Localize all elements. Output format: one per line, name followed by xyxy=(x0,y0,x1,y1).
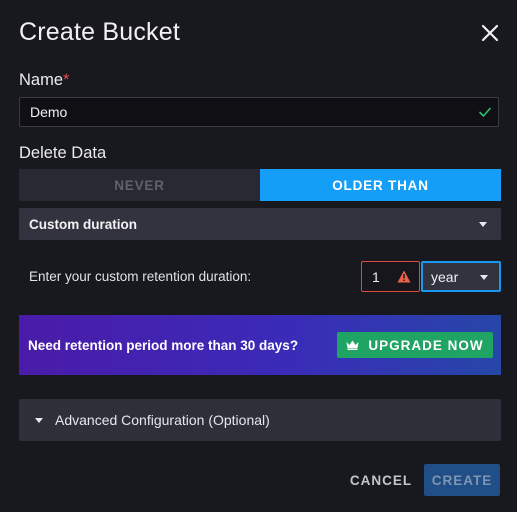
toggle-never[interactable]: NEVER xyxy=(19,169,260,201)
name-input[interactable] xyxy=(19,97,499,127)
chevron-down-icon xyxy=(479,222,487,227)
name-label: Name* xyxy=(19,71,69,90)
retention-type-select[interactable]: Custom duration xyxy=(19,208,501,240)
required-marker: * xyxy=(63,71,70,89)
retention-type-value: Custom duration xyxy=(29,216,137,232)
duration-unit-select[interactable]: year xyxy=(421,261,501,292)
upgrade-button-label: UPGRADE NOW xyxy=(368,337,484,353)
duration-number-input[interactable] xyxy=(361,261,420,292)
advanced-configuration-toggle[interactable]: Advanced Configuration (Optional) xyxy=(19,399,501,441)
duration-unit-value: year xyxy=(431,268,459,285)
toggle-older-than[interactable]: OLDER THAN xyxy=(260,169,501,201)
custom-duration-label: Enter your custom retention duration: xyxy=(29,269,252,284)
warning-icon xyxy=(397,270,411,283)
delete-data-label: Delete Data xyxy=(19,144,107,162)
close-icon[interactable] xyxy=(479,22,501,44)
advanced-configuration-label: Advanced Configuration (Optional) xyxy=(55,412,270,428)
checkmark-icon xyxy=(479,107,491,117)
dialog-title: Create Bucket xyxy=(19,18,181,46)
caret-down-icon xyxy=(35,418,43,423)
chevron-down-icon xyxy=(480,275,488,280)
name-label-text: Name xyxy=(19,71,64,89)
cancel-button[interactable]: CANCEL xyxy=(343,464,419,496)
crown-icon xyxy=(346,340,359,350)
upgrade-now-button[interactable]: UPGRADE NOW xyxy=(337,332,493,358)
delete-data-toggle: NEVER OLDER THAN xyxy=(19,169,501,201)
upgrade-text: Need retention period more than 30 days? xyxy=(28,338,299,353)
create-button[interactable]: CREATE xyxy=(424,464,500,496)
upgrade-banner: Need retention period more than 30 days?… xyxy=(19,315,501,375)
